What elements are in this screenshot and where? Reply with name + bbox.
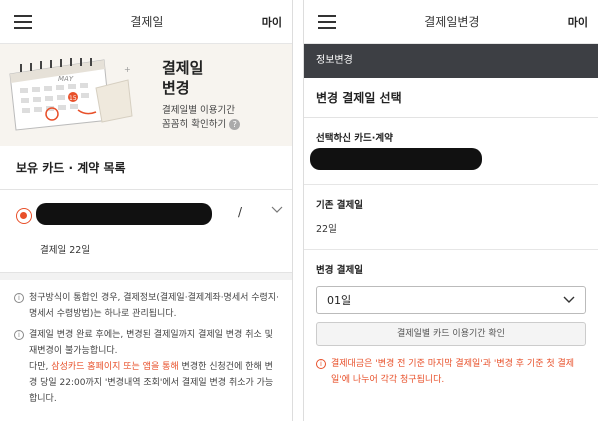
banner-title-line2: 변경 [162,79,190,97]
page-title: 결제일 [130,15,164,29]
chevron-down-icon[interactable] [271,204,283,216]
calendar-day: 15 [69,95,77,102]
section-title: 보유 카드 · 계약 목록 [0,146,292,190]
new-payday-section: 변경 결제일 01일 결제일별 카드 이용기간 확인 [304,250,598,346]
help-icon[interactable]: ? [229,119,241,130]
page-title: 결제일변경 [424,15,480,29]
card-separator: / [238,205,243,219]
card-payday: 결제일 22일 [40,245,91,256]
my-menu-link[interactable]: 마이 [568,14,588,30]
notice-item: i 결제일 변경 완료 후에는, 변경된 결제일까지 결제일 변경 취소 및 재… [14,327,280,407]
notice-text: 결제일 변경 완료 후에는, 변경된 결제일까지 결제일 변경 취소 및 재변경… [29,330,273,356]
category-bar: 정보변경 [304,44,598,78]
banner: MAY 15 + 결제일 변경 결제일별 이용기간 꼼꼼히 확인하기 ? [0,44,292,146]
banner-sub-line2-wrap[interactable]: 꼼꼼히 확인하기 ? [162,118,241,132]
top-bar: 결제일변경 마이 [304,0,598,44]
right-screen: 결제일변경 마이 정보변경 변경 결제일 선택 선택하신 카드·계약 기존 결제… [303,0,598,421]
chevron-down-icon [563,296,575,303]
new-payday-label: 변경 결제일 [316,265,364,276]
calendar-illustration: MAY 15 + [9,58,133,131]
selected-card-section: 선택하신 카드·계약 [304,118,598,184]
top-bar: 결제일 마이 [0,0,292,44]
notice-list: i 청구방식이 통합인 경우, 결제정보(결제일·결제계좌·명세서 수령지·명세… [0,280,292,407]
banner-text: 결제일 변경 결제일별 이용기간 꼼꼼히 확인하기 ? [162,58,241,132]
menu-icon[interactable] [318,14,336,29]
masked-card-name [36,203,212,225]
payday-select[interactable]: 01일 [316,286,586,314]
section-title: 변경 결제일 선택 [304,78,598,118]
banner-title-line1: 결제일 [162,59,204,77]
selected-card-label: 선택하신 카드·계약 [316,133,393,144]
masked-card-name [310,148,482,170]
info-icon: i [14,293,24,303]
section-divider [0,272,292,280]
notice-item: i 청구방식이 통합인 경우, 결제정보(결제일·결제계좌·명세서 수령지·명세… [14,290,280,322]
current-payday-value: 22일 [316,224,337,235]
notice-text: 결제대금은 '변경 전 기준 마지막 결제일'과 '변경 후 기준 첫 결제일'… [331,359,575,385]
banner-sub-line1: 결제일별 이용기간 [162,105,235,116]
current-payday-label: 기존 결제일 [316,200,364,211]
radio-selected-icon[interactable] [16,208,32,224]
banner-sub-line2: 꼼꼼히 확인하기 [162,119,227,130]
info-icon: i [316,359,326,369]
notice-text-pre: 다만, [29,362,52,372]
svg-text:+: + [124,65,131,74]
notice-item: i 결제대금은 '변경 전 기준 마지막 결제일'과 '변경 후 기준 첫 결제… [304,346,598,388]
calendar-month: MAY [58,75,74,83]
card-list-item[interactable]: / [0,190,292,242]
my-menu-link[interactable]: 마이 [262,14,282,30]
menu-icon[interactable] [14,14,32,29]
info-icon: i [14,330,24,340]
notice-highlight: 삼성카드 홈페이지 또는 앱을 통해 [51,362,179,372]
notice-text: 청구방식이 통합인 경우, 결제정보(결제일·결제계좌·명세서 수령지·명세서 … [29,293,279,319]
screen-gap [293,0,303,421]
check-usage-period-button[interactable]: 결제일별 카드 이용기간 확인 [316,322,586,346]
left-screen: 결제일 마이 MAY 15 + 결제일 변경 결제일별 이용기간 꼼꼼히 확인하… [0,0,293,421]
current-payday-section: 기존 결제일 22일 [304,185,598,249]
payday-select-value: 01일 [327,294,352,307]
